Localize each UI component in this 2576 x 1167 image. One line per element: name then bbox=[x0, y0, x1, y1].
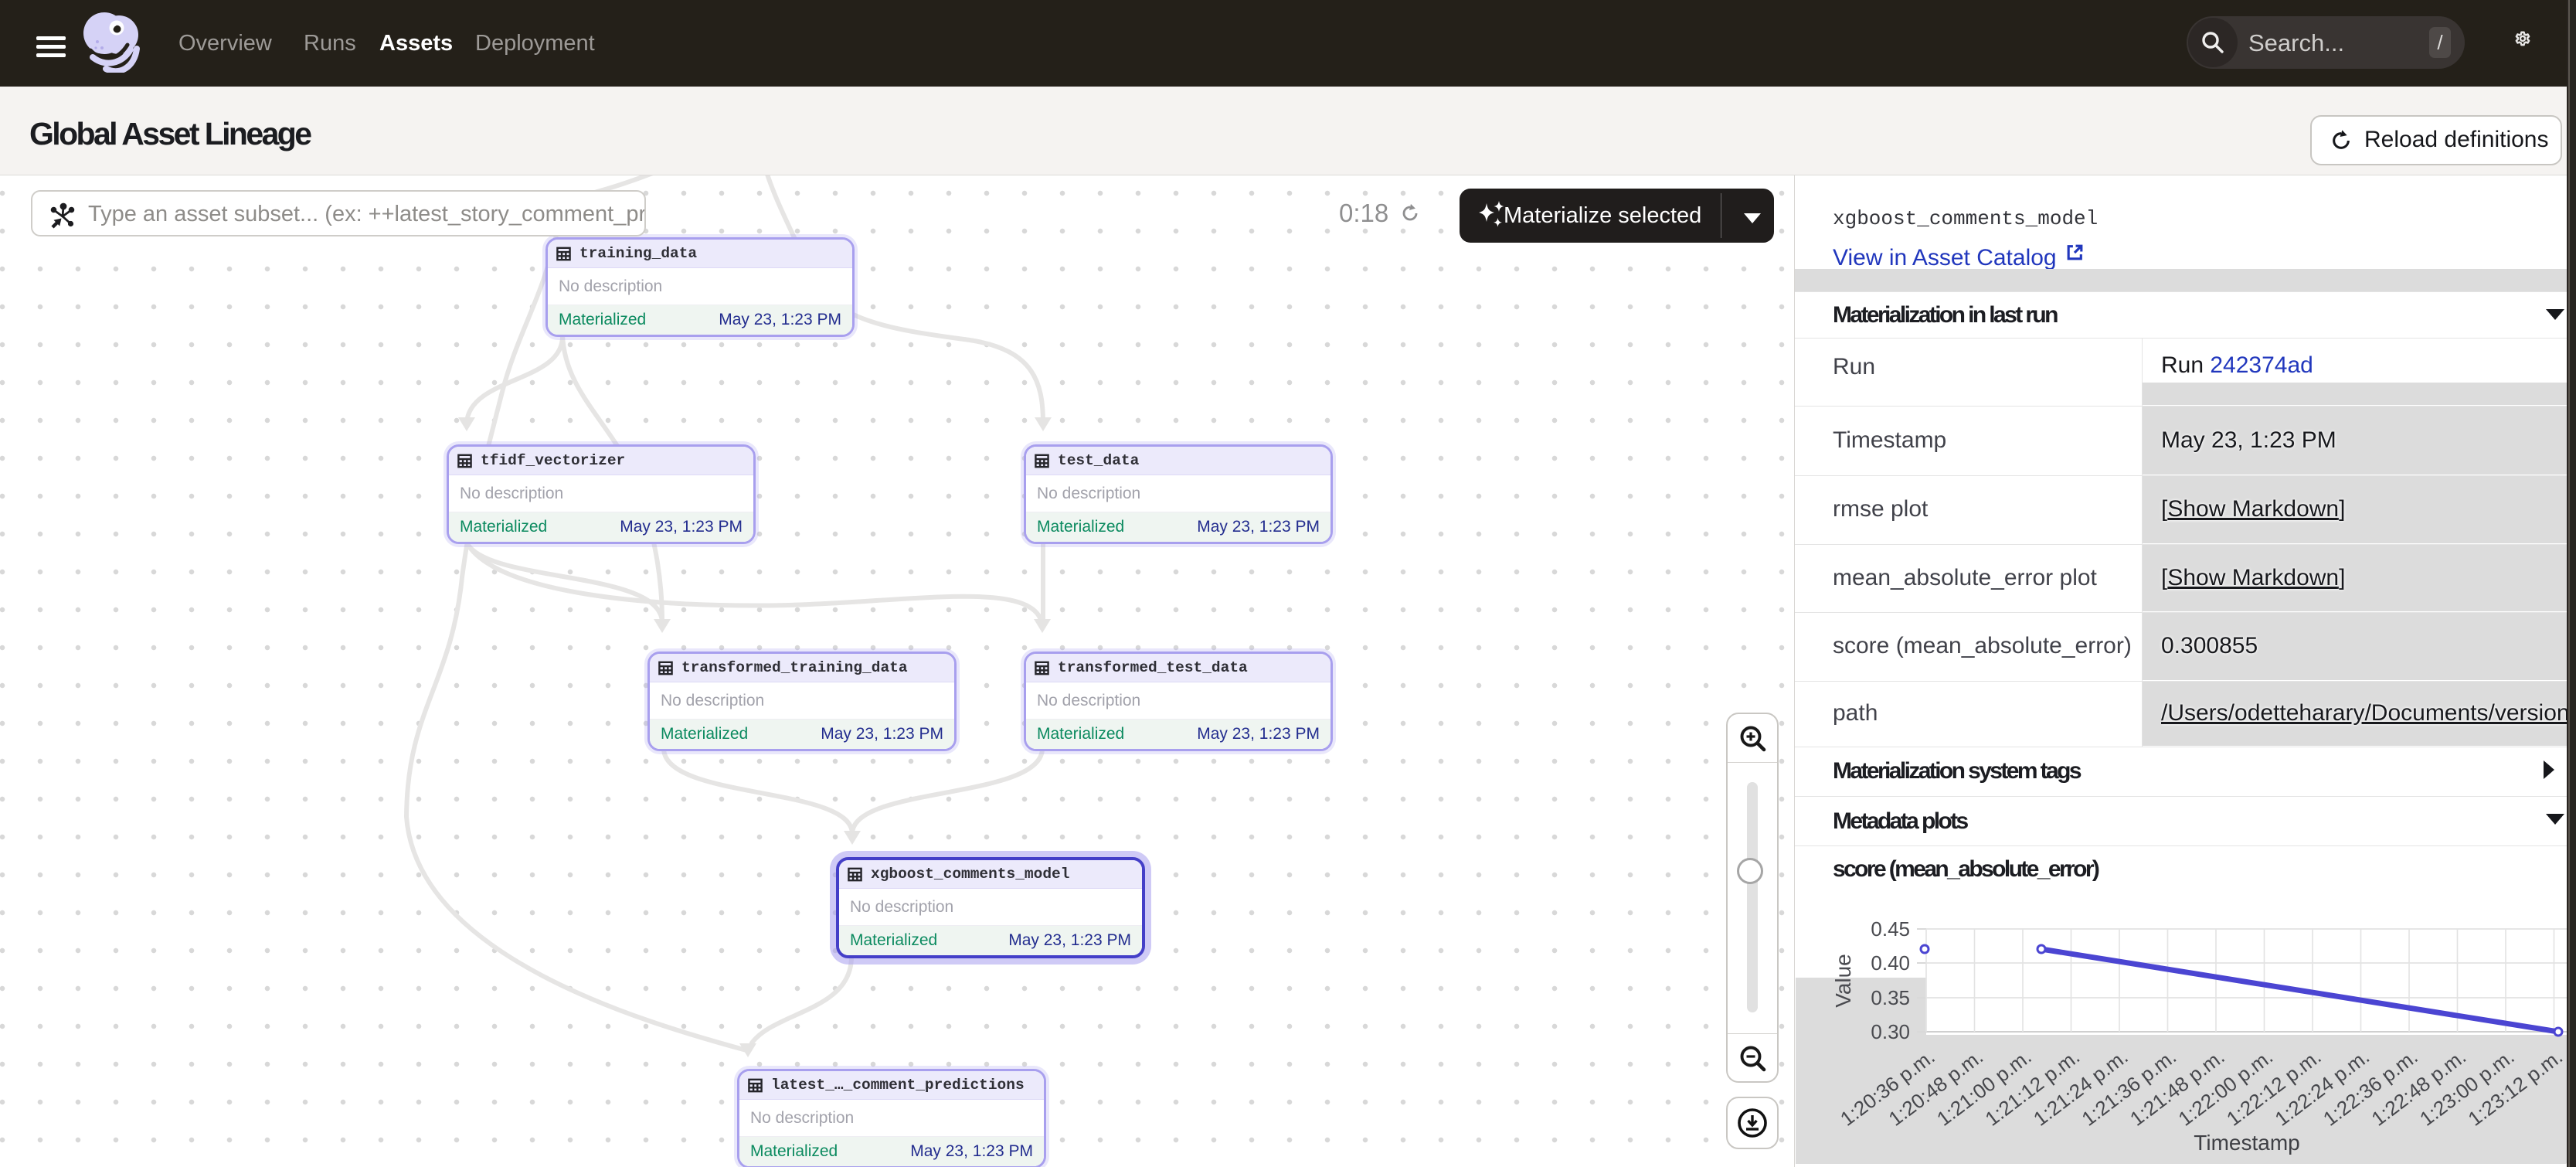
svg-text:0.40: 0.40 bbox=[1871, 951, 1910, 975]
svg-text:Value: Value bbox=[1831, 954, 1855, 1008]
svg-text:Timestamp: Timestamp bbox=[2194, 1131, 2299, 1155]
svg-text:0.45: 0.45 bbox=[1871, 917, 1910, 941]
svg-text:0.30: 0.30 bbox=[1871, 1020, 1910, 1043]
svg-text:0.35: 0.35 bbox=[1871, 986, 1910, 1009]
